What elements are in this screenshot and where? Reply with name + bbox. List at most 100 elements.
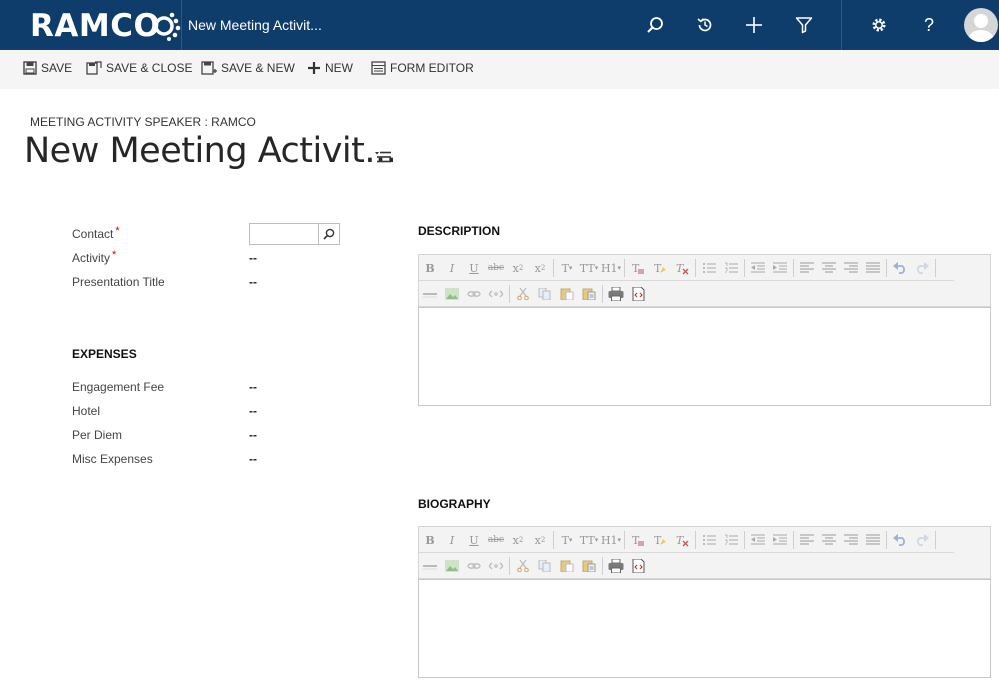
source-code-icon[interactable] <box>627 284 649 304</box>
gear-icon[interactable] <box>867 13 891 37</box>
user-avatar[interactable] <box>964 8 998 42</box>
font-size-button[interactable]: TT ▾ <box>578 530 600 550</box>
font-button[interactable]: T ▾ <box>556 530 578 550</box>
heading-button[interactable]: H1 ▾ <box>600 530 622 550</box>
toolbar-separator <box>509 557 510 575</box>
save-close-label: SAVE & CLOSE <box>106 61 193 75</box>
superscript-button[interactable]: x2 <box>529 258 551 278</box>
font-button[interactable]: T ▾ <box>556 258 578 278</box>
outdent-icon[interactable] <box>747 258 769 278</box>
clear-format-icon[interactable]: T <box>671 530 693 550</box>
font-size-button[interactable]: TT ▾ <box>578 258 600 278</box>
text-color-icon[interactable]: T <box>627 258 649 278</box>
save-new-button[interactable]: SAVE & NEW <box>201 61 295 75</box>
cut-icon[interactable] <box>512 284 534 304</box>
paste-icon[interactable] <box>556 284 578 304</box>
help-icon[interactable]: ? <box>917 13 941 37</box>
per-diem-value[interactable]: -- <box>249 428 257 442</box>
history-icon[interactable] <box>693 13 717 37</box>
new-button[interactable]: NEW <box>307 61 353 75</box>
numbered-list-icon[interactable] <box>720 258 742 278</box>
activity-value[interactable]: -- <box>249 251 257 265</box>
superscript-button[interactable]: x2 <box>529 530 551 550</box>
align-left-icon[interactable] <box>796 258 818 278</box>
redo-icon[interactable] <box>911 530 933 550</box>
source-code-icon[interactable] <box>627 556 649 576</box>
align-center-icon[interactable] <box>818 530 840 550</box>
numbered-list-icon[interactable] <box>720 530 742 550</box>
highlight-icon[interactable]: T <box>649 530 671 550</box>
form-editor-button[interactable]: FORM EDITOR <box>371 61 474 75</box>
search-icon[interactable] <box>643 13 667 37</box>
heading-button[interactable]: H1 ▾ <box>600 258 622 278</box>
misc-expenses-value[interactable]: -- <box>249 452 257 466</box>
bullet-list-icon[interactable] <box>698 258 720 278</box>
bold-button[interactable]: B <box>419 530 441 550</box>
strikethrough-button[interactable]: abc <box>485 530 507 550</box>
horizontal-rule-icon[interactable] <box>419 284 441 304</box>
align-center-icon[interactable] <box>818 258 840 278</box>
contact-lookup-input[interactable] <box>249 223 340 245</box>
copy-icon[interactable] <box>534 284 556 304</box>
save-button[interactable]: SAVE <box>23 61 72 75</box>
form-selector-icon[interactable] <box>375 150 391 168</box>
clear-format-icon[interactable]: T <box>671 258 693 278</box>
undo-icon[interactable] <box>889 530 911 550</box>
image-icon[interactable] <box>441 556 463 576</box>
paste-text-icon[interactable] <box>578 556 600 576</box>
anchor-icon[interactable] <box>485 284 507 304</box>
font-glyph: T <box>561 533 569 547</box>
subscript-button[interactable]: x2 <box>507 530 529 550</box>
description-text-area[interactable] <box>418 307 991 406</box>
anchor-icon[interactable] <box>485 556 507 576</box>
subscript-button[interactable]: x2 <box>507 258 529 278</box>
engagement-fee-value[interactable]: -- <box>249 380 257 394</box>
underline-button[interactable]: U <box>463 530 485 550</box>
bullet-list-icon[interactable] <box>698 530 720 550</box>
paste-text-icon[interactable] <box>578 284 600 304</box>
bold-button[interactable]: B <box>419 258 441 278</box>
justify-icon[interactable] <box>862 258 884 278</box>
nav-record-title[interactable]: New Meeting Activit... <box>188 17 322 33</box>
biography-text-area[interactable] <box>418 579 991 678</box>
align-right-icon[interactable] <box>840 258 862 278</box>
undo-icon[interactable] <box>889 258 911 278</box>
toolbar-separator <box>744 259 745 277</box>
ramco-logo[interactable]: RAMCO <box>30 8 182 44</box>
cut-icon[interactable] <box>512 556 534 576</box>
italic-button[interactable]: I <box>441 258 463 278</box>
outdent-icon[interactable] <box>747 530 769 550</box>
copy-icon[interactable] <box>534 556 556 576</box>
link-icon[interactable] <box>463 556 485 576</box>
filter-icon[interactable] <box>792 13 816 37</box>
highlight-icon[interactable]: T <box>649 258 671 278</box>
justify-icon[interactable] <box>862 530 884 550</box>
search-icon[interactable] <box>318 224 339 244</box>
align-left-icon[interactable] <box>796 530 818 550</box>
engagement-fee-label: Engagement Fee <box>72 380 165 394</box>
underline-button[interactable]: U <box>463 258 485 278</box>
presentation-title-value[interactable]: -- <box>249 275 257 289</box>
redo-icon[interactable] <box>911 258 933 278</box>
print-icon[interactable] <box>605 284 627 304</box>
plus-icon[interactable] <box>742 13 766 37</box>
paste-icon[interactable] <box>556 556 578 576</box>
align-right-icon[interactable] <box>840 530 862 550</box>
indent-icon[interactable] <box>769 530 791 550</box>
description-editor: B I U abc x2 x2 T ▾ TT ▾ H1 ▾ T T T <box>418 254 991 406</box>
toolbar-separator <box>793 531 794 549</box>
save-close-button[interactable]: SAVE & CLOSE <box>86 61 192 75</box>
indent-icon[interactable] <box>769 258 791 278</box>
text-color-icon[interactable]: T <box>627 530 649 550</box>
link-icon[interactable] <box>463 284 485 304</box>
required-marker: * <box>115 225 120 237</box>
print-icon[interactable] <box>605 556 627 576</box>
image-icon[interactable] <box>441 284 463 304</box>
italic-button[interactable]: I <box>441 530 463 550</box>
save-new-icon <box>201 61 217 75</box>
hotel-value[interactable]: -- <box>249 404 257 418</box>
toolbar-separator <box>744 531 745 549</box>
form-editor-icon <box>371 61 386 75</box>
horizontal-rule-icon[interactable] <box>419 556 441 576</box>
strikethrough-button[interactable]: abc <box>485 258 507 278</box>
